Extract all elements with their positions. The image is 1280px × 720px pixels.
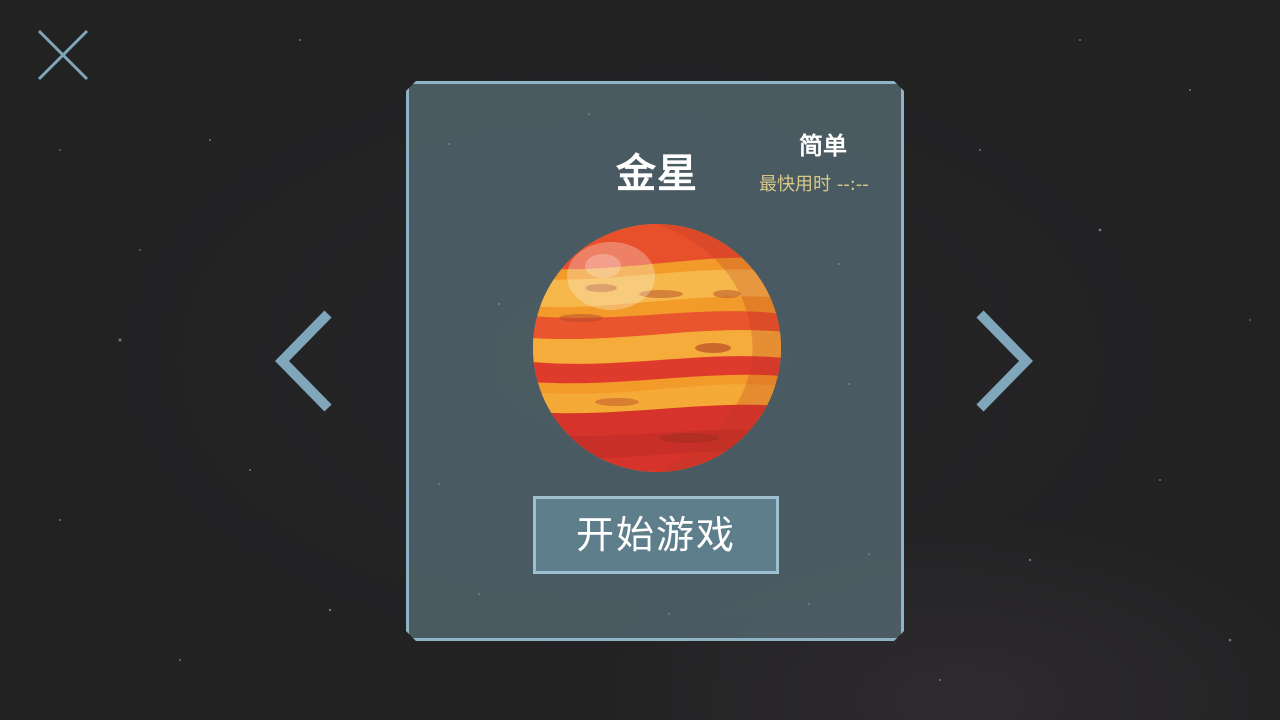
- close-icon[interactable]: [34, 26, 92, 84]
- start-game-button[interactable]: 开始游戏: [533, 496, 779, 574]
- best-time-label: 最快用时 --:--: [759, 174, 869, 195]
- planet-name: 金星: [616, 151, 698, 197]
- chevron-left-icon[interactable]: [272, 306, 336, 416]
- difficulty-label: 简单: [799, 132, 847, 160]
- chevron-right-icon[interactable]: [972, 306, 1036, 416]
- venus-planet-illustration[interactable]: [531, 220, 783, 476]
- level-card: 金星 简单 最快用时 --:-- 开始游戏: [406, 81, 904, 641]
- level-select-screen: 金星 简单 最快用时 --:-- 开始游戏: [0, 0, 1280, 720]
